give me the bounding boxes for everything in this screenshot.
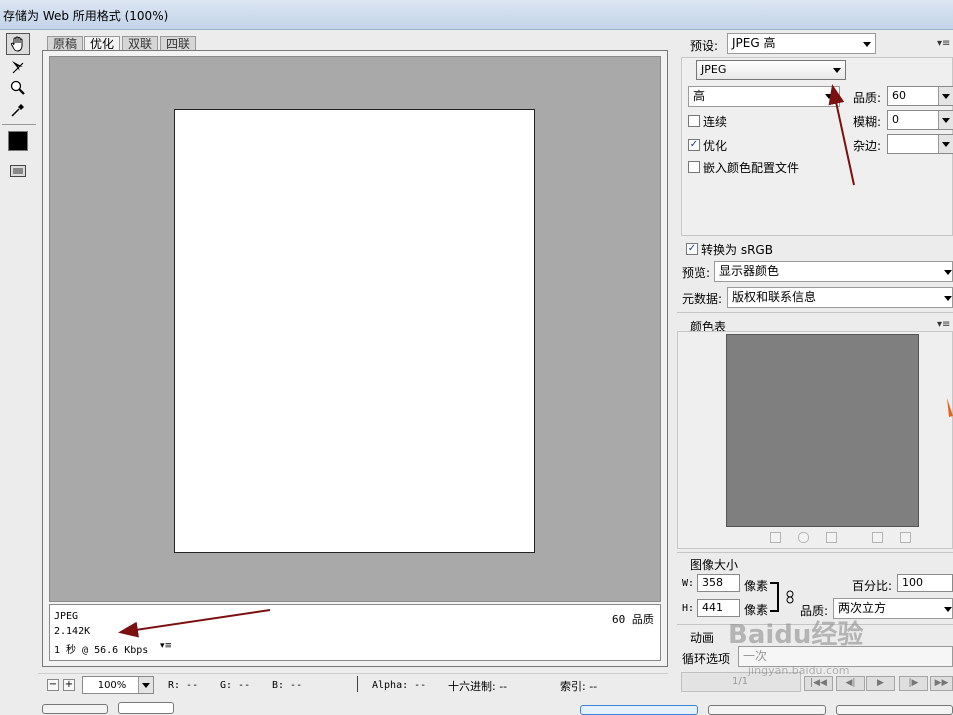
annotation-arrow-filesize xyxy=(118,609,271,638)
annotation-arrows xyxy=(118,84,855,638)
annotation-arrow-quality xyxy=(828,84,855,186)
